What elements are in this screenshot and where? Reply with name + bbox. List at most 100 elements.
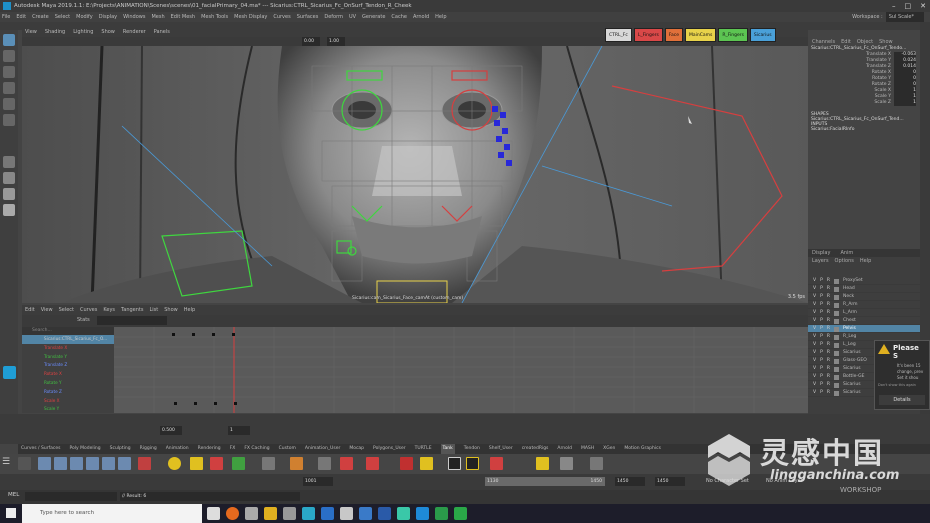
layer-toggle[interactable]: P — [820, 373, 823, 380]
shelf-tab-animation-user[interactable]: Animation_User — [305, 444, 340, 454]
shelf-icon-25[interactable] — [590, 457, 603, 470]
quick-button-maincams[interactable]: MainCams — [684, 28, 717, 42]
shelf-icon-22[interactable] — [490, 457, 503, 470]
layer-toggle[interactable]: P — [820, 349, 823, 356]
app-icon-3[interactable] — [302, 507, 315, 520]
layer-toggle[interactable]: V — [813, 325, 816, 332]
quick-button-l-fingers[interactable]: L_Fingers — [633, 28, 663, 42]
outliner-layout-icon[interactable] — [3, 204, 15, 216]
layer-color-swatch[interactable] — [833, 350, 839, 356]
layer-row[interactable]: V P R ProxySet — [808, 277, 920, 285]
shelf-icon-11[interactable] — [210, 457, 223, 470]
taskbar-search[interactable]: Type here to search — [22, 504, 202, 523]
layer-toggle[interactable]: V — [813, 389, 816, 396]
channelbox-tab-object[interactable]: Object — [857, 39, 873, 45]
layer-toggle[interactable]: V — [813, 373, 816, 380]
menu-deform[interactable]: Deform — [324, 12, 343, 22]
range-bar[interactable]: 1130 1450 — [485, 477, 605, 486]
app-icon-6[interactable] — [378, 507, 391, 520]
layer-row[interactable]: V P R Head — [808, 285, 920, 293]
layer-toggle[interactable]: R — [827, 365, 830, 372]
menu-uv[interactable]: UV — [349, 12, 356, 22]
graph-menu-curves[interactable]: Curves — [80, 305, 97, 315]
layer-toggle[interactable]: V — [813, 309, 816, 316]
shelf-icon-10[interactable] — [190, 457, 203, 470]
close-button[interactable]: ✕ — [920, 0, 926, 12]
shelf-tab-polygons-user[interactable]: Polygons_User — [373, 444, 406, 454]
layer-toggle[interactable]: V — [813, 341, 816, 348]
select-tool-icon[interactable] — [3, 34, 15, 46]
layer-toggle[interactable]: V — [813, 357, 816, 364]
quick-button-r-fingers[interactable]: R_Fingers — [718, 28, 748, 42]
graph-menu-help[interactable]: Help — [184, 305, 195, 315]
layer-color-swatch[interactable] — [833, 390, 839, 396]
menu-mesh[interactable]: Mesh — [151, 12, 164, 22]
graph-outliner-item[interactable]: Rotate X — [22, 370, 114, 379]
shelf-icon-20[interactable] — [448, 457, 461, 470]
menu-generate[interactable]: Generate — [362, 12, 385, 22]
graph-menu-show[interactable]: Show — [164, 305, 178, 315]
menu-select[interactable]: Select — [55, 12, 70, 22]
viewport-menu-renderer[interactable]: Renderer — [123, 27, 146, 37]
layer-toggle[interactable]: R — [827, 357, 830, 364]
layer-tab-anim[interactable]: Anim — [840, 250, 853, 256]
graph-menu-keys[interactable]: Keys — [103, 305, 115, 315]
graph-outliner-item[interactable]: Sicarius:CTRL_Sicarius_Fc_O... — [22, 335, 114, 344]
menu-mesh-tools[interactable]: Mesh Tools — [201, 12, 228, 22]
layer-toggle[interactable]: P — [820, 389, 823, 396]
layer-color-swatch[interactable] — [833, 302, 839, 308]
graph-menu-view[interactable]: View — [41, 305, 53, 315]
graph-menu-edit[interactable]: Edit — [25, 305, 35, 315]
shelf-tab-createdrigs[interactable]: createdRigs — [522, 444, 549, 454]
menu-cache[interactable]: Cache — [391, 12, 407, 22]
four-view-icon[interactable] — [3, 172, 15, 184]
stats-field[interactable] — [97, 316, 167, 325]
layer-toggle[interactable]: R — [827, 349, 830, 356]
playback-end-field[interactable]: 1450 — [615, 477, 645, 486]
shelf-icon-24[interactable] — [560, 457, 573, 470]
shelf-tab-custom[interactable]: Custom — [279, 444, 296, 454]
shelf-icon-18[interactable] — [400, 457, 413, 470]
layer-toggle[interactable]: P — [820, 277, 823, 284]
paint-select-icon[interactable] — [3, 66, 15, 78]
quick-button-sicarius[interactable]: Sicarius — [749, 28, 776, 42]
layer-toggle[interactable]: R — [827, 333, 830, 340]
firefox-icon[interactable] — [226, 507, 239, 520]
layer-color-swatch[interactable] — [833, 286, 839, 292]
layout-icon[interactable] — [3, 188, 15, 200]
layer-toggle[interactable]: V — [813, 333, 816, 340]
layer-toggle[interactable]: V — [813, 285, 816, 292]
viewport-menu-show[interactable]: Show — [101, 27, 115, 37]
shelf-icon-16[interactable] — [340, 457, 353, 470]
layer-color-swatch[interactable] — [833, 382, 839, 388]
layer-toggle[interactable]: R — [827, 341, 830, 348]
popup-checkbox[interactable]: Don't show this again — [875, 381, 929, 389]
shelf-tab-curves-surfaces[interactable]: Curves / Surfaces — [21, 444, 61, 454]
app-icon-9[interactable] — [435, 507, 448, 520]
layer-toggle[interactable]: V — [813, 277, 816, 284]
shelf-icon-17[interactable] — [366, 457, 379, 470]
menu-curves[interactable]: Curves — [273, 12, 290, 22]
shelf-tab-arnold[interactable]: Arnold — [557, 444, 572, 454]
layer-toggle[interactable]: R — [827, 285, 830, 292]
app-icon-4[interactable] — [340, 507, 353, 520]
shelf-tab-mocap[interactable]: Mocap — [349, 444, 364, 454]
shelf-icon-21[interactable] — [466, 457, 479, 470]
shelf-tab-shelf-user[interactable]: Shelf_User — [489, 444, 513, 454]
lasso-tool-icon[interactable] — [3, 50, 15, 62]
layer-toggle[interactable]: V — [813, 293, 816, 300]
mel-label[interactable]: MEL — [8, 492, 19, 498]
layer-toggle[interactable]: P — [820, 309, 823, 316]
shelf-tab-turtle[interactable]: TURTLE — [415, 444, 432, 454]
menu-surfaces[interactable]: Surfaces — [297, 12, 319, 22]
layer-row[interactable]: V P R L_Arm — [808, 309, 920, 317]
maximize-button[interactable]: □ — [905, 0, 912, 12]
channelbox-tab-show[interactable]: Show — [879, 39, 893, 45]
layer-toggle[interactable]: P — [820, 293, 823, 300]
shelf-icon-5[interactable] — [86, 457, 99, 470]
layer-color-swatch[interactable] — [833, 334, 839, 340]
shelf-icon-2[interactable] — [38, 457, 51, 470]
graph-outliner-item[interactable]: Translate Z — [22, 361, 114, 370]
layer-color-swatch[interactable] — [833, 318, 839, 324]
timeline-field-1[interactable]: 0.500 — [160, 426, 182, 435]
